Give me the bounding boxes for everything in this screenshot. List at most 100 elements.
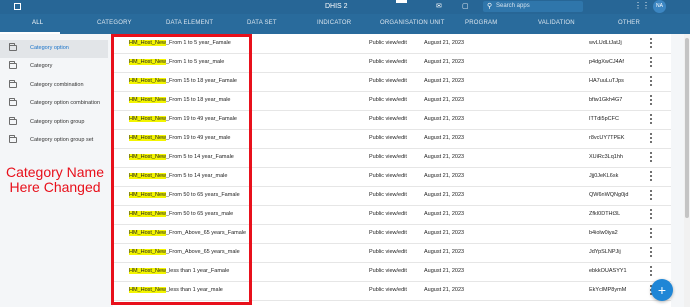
name-prefix-highlight: HM_Host_New bbox=[129, 40, 166, 46]
list-item[interactable]: HM_Host_New_From 5 to 14 year_Famale Pub… bbox=[113, 148, 671, 168]
more-options-icon[interactable] bbox=[648, 152, 654, 163]
tab-indicator[interactable]: INDICATOR bbox=[317, 20, 351, 26]
last-updated: August 21, 2023 bbox=[424, 40, 465, 46]
scrollbar-thumb[interactable] bbox=[685, 38, 689, 218]
list-item[interactable]: HM_Host_New_less than 1 year_male Public… bbox=[113, 281, 671, 301]
item-uid: bfiw1Gkh4G7 bbox=[589, 97, 623, 103]
item-uid: r8vcUY7TPEK bbox=[589, 135, 625, 141]
sharing-status: Public view/edit bbox=[369, 78, 407, 84]
more-options-icon[interactable] bbox=[648, 95, 654, 106]
interpretations-icon[interactable]: ▢ bbox=[462, 3, 469, 11]
tab-validation[interactable]: VALIDATION bbox=[538, 20, 575, 26]
name-prefix-highlight: HM_Host_New bbox=[129, 59, 166, 65]
app-title: DHIS 2 bbox=[325, 3, 348, 10]
list-item[interactable]: HM_Host_New_From 50 to 65 years_Famale P… bbox=[113, 186, 671, 206]
item-name: HM_Host_New_From 50 to 65 years_male bbox=[129, 211, 233, 217]
name-suffix: _From 15 to 18 year_Famale bbox=[165, 78, 237, 84]
sidebar-item-category-combination[interactable]: Category combination bbox=[0, 77, 108, 95]
sidebar-item-category-option[interactable]: Category option bbox=[0, 40, 108, 58]
folder-icon bbox=[9, 80, 17, 88]
name-prefix-highlight: HM_Host_New bbox=[129, 135, 166, 141]
name-prefix-highlight: HM_Host_New bbox=[129, 192, 166, 198]
tab-program[interactable]: PROGRAM bbox=[465, 20, 497, 26]
name-suffix: _From 1 to 5 year_male bbox=[165, 59, 225, 65]
section-tabs: ALL CATEGORY DATA ELEMENT DATA SET INDIC… bbox=[0, 14, 690, 34]
item-uid: EkYclMP8ymM bbox=[589, 287, 627, 293]
sharing-status: Public view/edit bbox=[369, 154, 407, 160]
sidebar-item-category-option-group[interactable]: Category option group bbox=[0, 114, 108, 132]
item-uid: QW6nWQNg0jd bbox=[589, 192, 629, 198]
last-updated: August 21, 2023 bbox=[424, 154, 465, 160]
item-uid: p4dgXwCJ4Af bbox=[589, 59, 624, 65]
sharing-status: Public view/edit bbox=[369, 287, 407, 293]
name-suffix: _From 19 to 49 year_male bbox=[165, 135, 231, 141]
more-options-icon[interactable] bbox=[648, 190, 654, 201]
item-name: HM_Host_New_less than 1 year_male bbox=[129, 287, 223, 293]
item-name: HM_Host_New_From 1 to 5 year_Famale bbox=[129, 40, 231, 46]
tab-organisation-unit[interactable]: ORGANISATION UNIT bbox=[380, 20, 445, 26]
notification-popup bbox=[396, 0, 407, 3]
item-name: HM_Host_New_From 50 to 65 years_Famale bbox=[129, 192, 240, 198]
search-placeholder: Search apps bbox=[496, 3, 530, 9]
name-suffix: _less than 1 year_Famale bbox=[165, 268, 230, 274]
sharing-status: Public view/edit bbox=[369, 192, 407, 198]
more-options-icon[interactable] bbox=[648, 266, 654, 277]
annotation-line-1: Category Name bbox=[5, 164, 105, 180]
item-name: HM_Host_New_From 5 to 14 year_Famale bbox=[129, 154, 234, 160]
sidebar-item-category-option-combination[interactable]: Category option combination bbox=[0, 95, 108, 113]
tab-data-set[interactable]: DATA SET bbox=[247, 20, 277, 26]
item-name: HM_Host_New_From 15 to 18 year_Famale bbox=[129, 78, 237, 84]
list-item[interactable]: HM_Host_New_From_Above_65 years_Famale P… bbox=[113, 224, 671, 244]
tab-other[interactable]: OTHER bbox=[618, 20, 640, 26]
more-options-icon[interactable] bbox=[648, 171, 654, 182]
sharing-status: Public view/edit bbox=[369, 249, 407, 255]
name-prefix-highlight: HM_Host_New bbox=[129, 287, 166, 293]
last-updated: August 21, 2023 bbox=[424, 211, 465, 217]
list-item[interactable]: HM_Host_New_From 15 to 18 year_male Publ… bbox=[113, 91, 671, 111]
more-options-icon[interactable] bbox=[648, 247, 654, 258]
more-options-icon[interactable] bbox=[648, 133, 654, 144]
sidebar-item-category[interactable]: Category bbox=[0, 58, 108, 76]
item-uid: XUiRc3Lq1hh bbox=[589, 154, 623, 160]
list-item[interactable]: HM_Host_New_less than 1 year_Famale Publ… bbox=[113, 262, 671, 282]
scrollbar[interactable] bbox=[684, 34, 690, 307]
name-prefix-highlight: HM_Host_New bbox=[129, 230, 166, 236]
list-item[interactable]: HM_Host_New_From 1 to 5 year_Famale Publ… bbox=[113, 34, 671, 54]
list-item[interactable]: HM_Host_New_From_Above_65 years_male Pub… bbox=[113, 243, 671, 263]
apps-grid-icon[interactable]: ⋮⋮ bbox=[634, 2, 650, 10]
last-updated: August 21, 2023 bbox=[424, 78, 465, 84]
tab-data-element[interactable]: DATA ELEMENT bbox=[166, 20, 213, 26]
tab-all[interactable]: ALL bbox=[32, 20, 43, 26]
name-suffix: _From_Above_65 years_male bbox=[165, 249, 240, 255]
annotation-line-2: Here Changed bbox=[9, 179, 101, 195]
list-item[interactable]: HM_Host_New_From 15 to 18 year_Famale Pu… bbox=[113, 72, 671, 92]
list-item[interactable]: HM_Host_New_From 19 to 49 year_Famale Pu… bbox=[113, 110, 671, 130]
list-item[interactable]: HM_Host_New_From 50 to 65 years_male Pub… bbox=[113, 205, 671, 225]
sharing-status: Public view/edit bbox=[369, 97, 407, 103]
dhis2-logo-icon[interactable] bbox=[14, 3, 21, 10]
name-suffix: _From 5 to 14 year_male bbox=[165, 173, 228, 179]
last-updated: August 21, 2023 bbox=[424, 97, 465, 103]
more-options-icon[interactable] bbox=[648, 228, 654, 239]
item-uid: JdYpSLNPJij bbox=[589, 249, 621, 255]
more-options-icon[interactable] bbox=[648, 114, 654, 125]
more-options-icon[interactable] bbox=[648, 38, 654, 49]
item-uid: wvLUdLtJatJj bbox=[589, 40, 622, 46]
more-options-icon[interactable] bbox=[648, 76, 654, 87]
list-item[interactable]: HM_Host_New_From 19 to 49 year_male Publ… bbox=[113, 129, 671, 149]
sidebar-item-category-option-group-set[interactable]: Category option group set bbox=[0, 132, 108, 150]
last-updated: August 21, 2023 bbox=[424, 249, 465, 255]
more-options-icon[interactable] bbox=[648, 57, 654, 68]
name-suffix: _From_Above_65 years_Famale bbox=[165, 230, 247, 236]
tab-category[interactable]: CATEGORY bbox=[97, 20, 132, 26]
add-button[interactable]: + bbox=[651, 279, 673, 301]
profile-avatar[interactable]: NA bbox=[653, 0, 666, 13]
more-options-icon[interactable] bbox=[648, 209, 654, 220]
item-uid: ebkkOUASYY1 bbox=[589, 268, 627, 274]
sharing-status: Public view/edit bbox=[369, 173, 407, 179]
item-name: HM_Host_New_From 19 to 49 year_male bbox=[129, 135, 231, 141]
list-item[interactable]: HM_Host_New_From 1 to 5 year_male Public… bbox=[113, 53, 671, 73]
list-item[interactable]: HM_Host_New_From 5 to 14 year_male Publi… bbox=[113, 167, 671, 187]
messages-icon[interactable]: ✉ bbox=[436, 3, 442, 11]
app-search-input[interactable]: ⚲ Search apps bbox=[483, 1, 583, 12]
